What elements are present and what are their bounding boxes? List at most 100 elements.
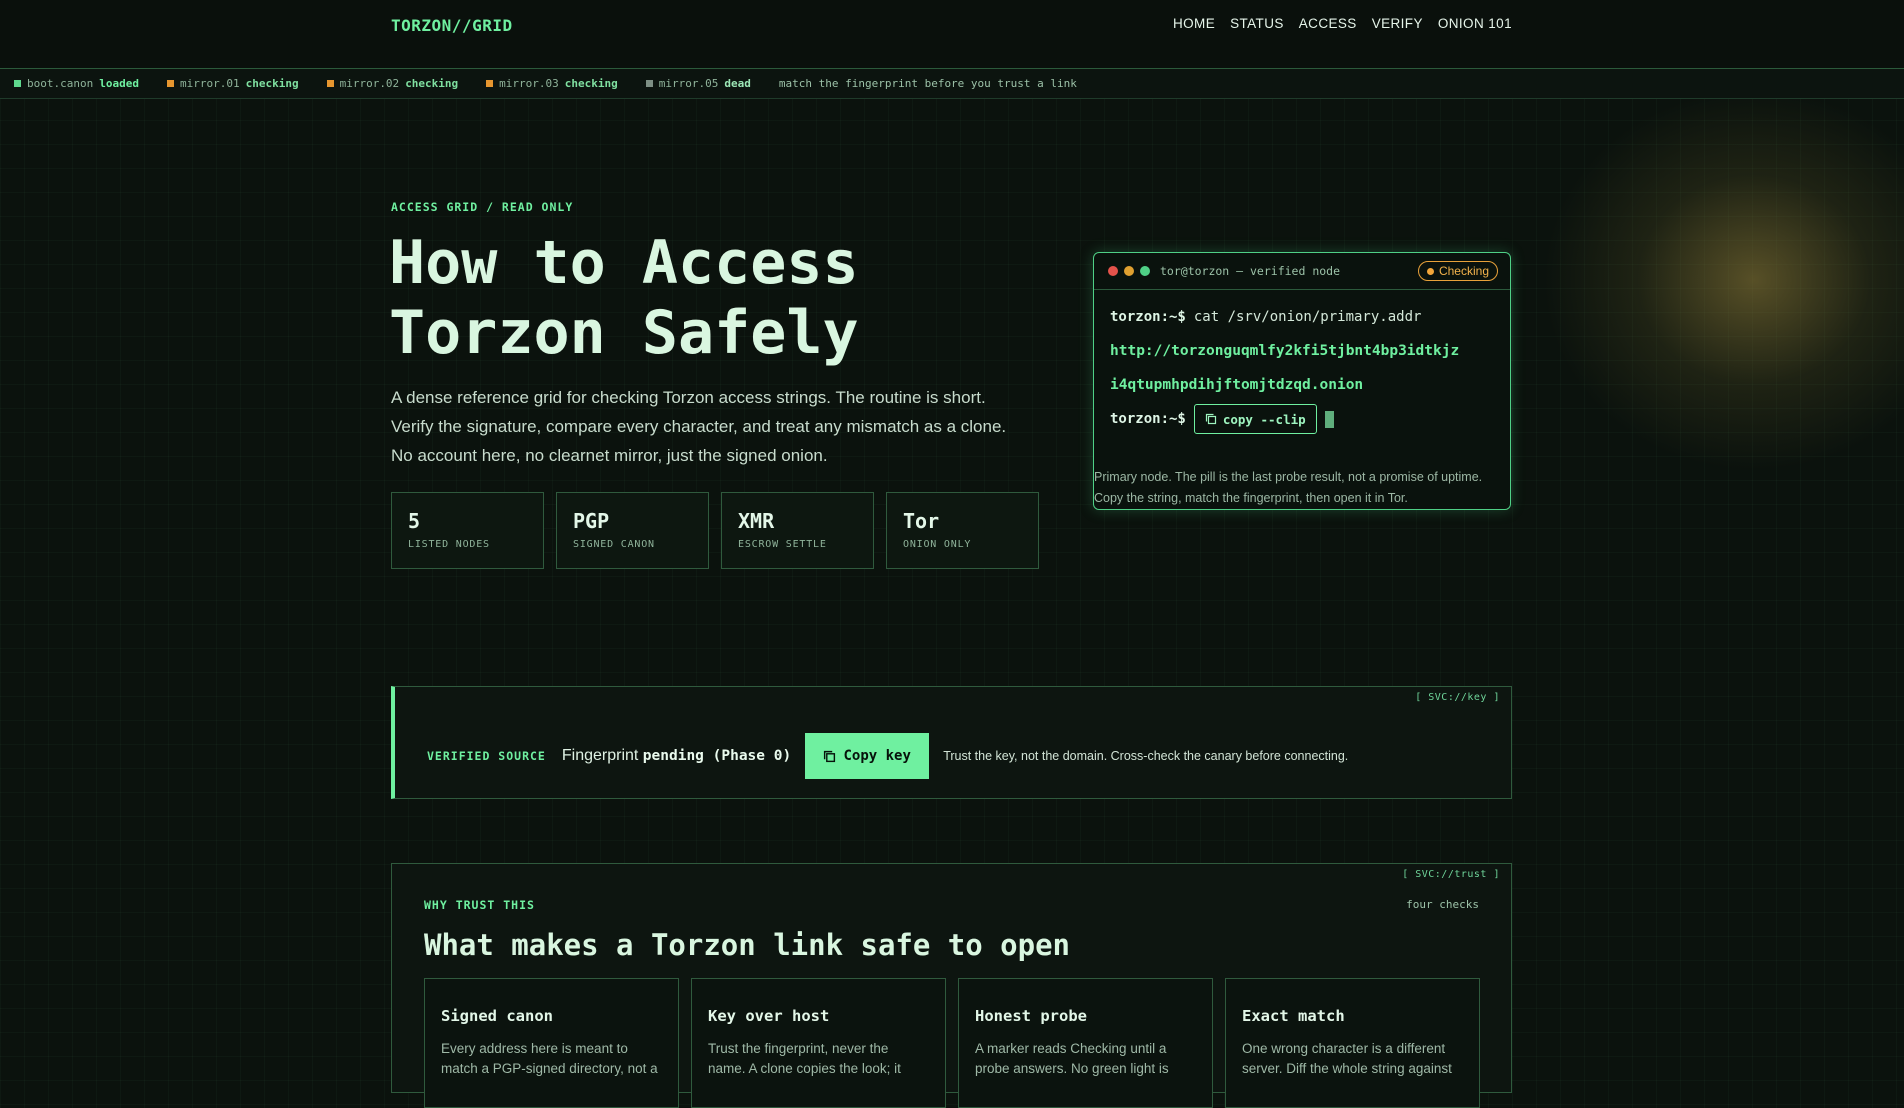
- trust-card: Exact match One wrong character is a dif…: [1225, 978, 1480, 1108]
- terminal-title: tor@torzon — verified node: [1160, 264, 1341, 278]
- stat-label: SIGNED CANON: [573, 539, 655, 550]
- status-item-state: loaded: [99, 77, 139, 90]
- stat-card: 5 LISTED NODES: [391, 492, 544, 569]
- status-item-state: checking: [245, 77, 299, 90]
- panel-tag: [ SVC://key ]: [1415, 692, 1500, 703]
- status-item-state: checking: [564, 77, 618, 90]
- status-item: mirror.02 checking: [326, 77, 459, 90]
- trust-count: four checks: [1406, 898, 1479, 911]
- status-badge-label: Checking: [1438, 264, 1489, 278]
- main-nav: HOME STATUS ACCESS VERIFY ONION 101: [1173, 16, 1512, 31]
- terminal-line: torzon:~$ copy --clip: [1110, 402, 1494, 436]
- stat-label: ONION ONLY: [903, 539, 972, 550]
- terminal-body: torzon:~$ cat /srv/onion/primary.addr ht…: [1094, 290, 1510, 436]
- trust-card-title: Signed canon: [441, 1007, 553, 1025]
- trust-card-text: Trust the fingerprint, never the name. A…: [708, 1041, 901, 1076]
- verified-source-label: VERIFIED SOURCE: [427, 749, 546, 763]
- terminal-window: tor@torzon — verified node Checking torz…: [1093, 252, 1511, 510]
- stat-label: LISTED NODES: [408, 539, 490, 550]
- status-square-icon: [486, 80, 494, 87]
- status-item: mirror.01 checking: [166, 77, 299, 90]
- terminal-titlebar: tor@torzon — verified node Checking: [1094, 253, 1510, 290]
- status-badge: Checking: [1417, 261, 1498, 281]
- terminal-line: torzon:~$ cat /srv/onion/primary.addr: [1110, 300, 1494, 334]
- trust-card-title: Key over host: [708, 1007, 830, 1025]
- status-square-icon: [326, 80, 334, 87]
- nav-onion-101[interactable]: ONION 101: [1438, 16, 1512, 31]
- stat-value: Tor: [903, 509, 940, 533]
- status-square-icon: [14, 80, 21, 87]
- terminal-cursor: [1324, 410, 1334, 428]
- copy-icon: [1205, 413, 1216, 425]
- copy-key-label: Copy key: [843, 748, 911, 764]
- status-dot-icon: [1426, 267, 1434, 275]
- hero-description: A dense reference grid for checking Torz…: [391, 388, 1007, 465]
- panel-tag: [ SVC://trust ]: [1402, 869, 1500, 880]
- trust-title: What makes a Torzon link safe to open: [424, 928, 1071, 962]
- nav-home[interactable]: HOME: [1173, 16, 1215, 31]
- stats-row: 5 LISTED NODES PGP SIGNED CANON XMR ESCR…: [391, 492, 1039, 569]
- status-item-name: mirror.05: [658, 77, 719, 90]
- verified-source-row: VERIFIED SOURCE Fingerprint pending (Pha…: [427, 733, 1348, 779]
- status-item: boot.canon loaded: [14, 77, 139, 90]
- onion-address-line-1[interactable]: http://torzonguqmlfy2kfi5tjbnt4bp3idtkjz: [1110, 343, 1459, 359]
- verified-source-panel: [ SVC://key ] VERIFIED SOURCE Fingerprin…: [391, 686, 1512, 799]
- close-dot-icon: [1108, 266, 1118, 276]
- stat-card: PGP SIGNED CANON: [556, 492, 709, 569]
- status-item-name: mirror.03: [499, 77, 559, 90]
- ambient-glow: [1544, 90, 1904, 470]
- terminal-command: cat /srv/onion/primary.addr: [1193, 309, 1422, 325]
- trust-card-title: Exact match: [1242, 1007, 1345, 1025]
- trust-card: Key over host Trust the fingerprint, nev…: [691, 978, 946, 1108]
- status-strip-message: match the fingerprint before you trust a…: [778, 77, 1077, 90]
- status-strip: boot.canon loaded mirror.01 checking mir…: [0, 69, 1904, 99]
- trust-eyebrow: WHY TRUST THIS: [424, 898, 535, 912]
- trust-card-text: One wrong character is a different serve…: [1242, 1041, 1452, 1076]
- trust-card-title: Honest probe: [975, 1007, 1087, 1025]
- status-square-icon: [166, 80, 174, 87]
- trust-card-text: Every address here is meant to match a P…: [441, 1041, 658, 1076]
- copy-clip-label: copy --clip: [1222, 411, 1306, 427]
- top-header: TORZON//GRID HOME STATUS ACCESS VERIFY O…: [0, 0, 1904, 69]
- hero-eyebrow: ACCESS GRID / READ ONLY: [391, 200, 574, 214]
- brand-logo[interactable]: TORZON//GRID: [391, 16, 513, 35]
- stat-value: PGP: [573, 509, 610, 533]
- stat-value: 5: [408, 509, 421, 533]
- status-item-name: mirror.02: [339, 77, 400, 90]
- trust-card: Honest probe A marker reads Checking unt…: [958, 978, 1213, 1108]
- stat-card: XMR ESCROW SETTLE: [721, 492, 874, 569]
- terminal-line: i4qtupmhpdihjftomjtdzqd.onion: [1110, 368, 1494, 402]
- copy-clip-button[interactable]: copy --clip: [1193, 404, 1317, 434]
- minimize-dot-icon: [1124, 266, 1134, 276]
- stat-value: XMR: [738, 509, 775, 533]
- fingerprint-prefix: Fingerprint: [561, 747, 639, 764]
- status-item-state: dead: [724, 77, 751, 90]
- nav-status[interactable]: STATUS: [1230, 16, 1284, 31]
- stat-card: Tor ONION ONLY: [886, 492, 1039, 569]
- status-item-name: boot.canon: [27, 77, 94, 90]
- fingerprint-status: pending (Phase 0): [642, 748, 792, 764]
- terminal-prompt: torzon:~$: [1110, 411, 1186, 427]
- status-item-name: mirror.01: [179, 77, 240, 90]
- copy-key-button[interactable]: Copy key: [805, 733, 930, 779]
- nav-access[interactable]: ACCESS: [1299, 16, 1357, 31]
- page-title-line-2: Torzon Safely: [389, 298, 859, 368]
- verified-source-note: Trust the key, not the domain. Cross-che…: [943, 749, 1349, 763]
- trust-card: Signed canon Every address here is meant…: [424, 978, 679, 1108]
- page-title: How to Access Torzon Safely: [389, 228, 1029, 368]
- status-item-state: checking: [405, 77, 459, 90]
- terminal-line: http://torzonguqmlfy2kfi5tjbnt4bp3idtkjz: [1110, 334, 1494, 368]
- status-item: mirror.05 dead: [645, 77, 751, 90]
- terminal-prompt: torzon:~$: [1110, 309, 1186, 325]
- onion-address-line-2[interactable]: i4qtupmhpdihjftomjtdzqd.onion: [1110, 377, 1363, 393]
- trust-cards: Signed canon Every address here is meant…: [424, 978, 1480, 1108]
- copy-icon: [824, 750, 836, 762]
- nav-verify[interactable]: VERIFY: [1372, 16, 1423, 31]
- fingerprint-text: Fingerprint pending (Phase 0): [562, 747, 791, 765]
- trust-section: [ SVC://trust ] WHY TRUST THIS four chec…: [391, 863, 1512, 1108]
- status-square-icon: [645, 80, 653, 87]
- page-title-line-1: How to Access: [389, 228, 859, 298]
- maximize-dot-icon: [1140, 266, 1150, 276]
- status-item: mirror.03 checking: [486, 77, 618, 90]
- stat-label: ESCROW SETTLE: [738, 539, 827, 550]
